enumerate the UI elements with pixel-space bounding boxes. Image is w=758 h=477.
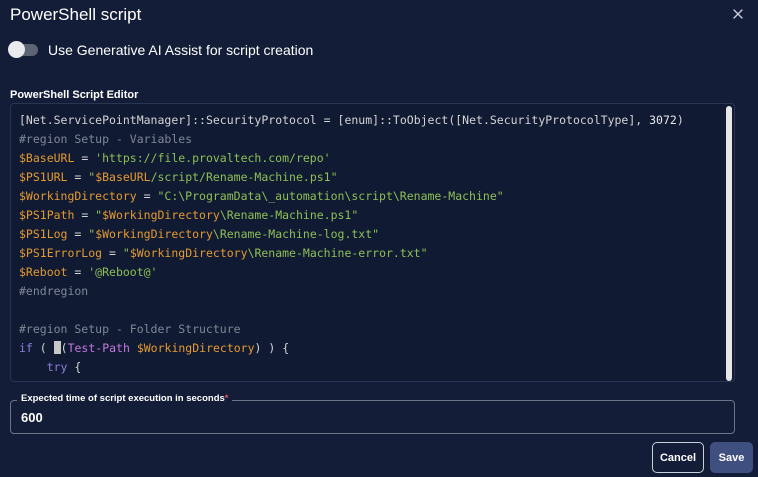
code-line[interactable]: $BaseURL = 'https://file.provaltech.com/… <box>19 149 684 168</box>
code-token: try <box>46 360 68 374</box>
code-token: $WorkingDirectory <box>102 208 220 222</box>
script-editor[interactable]: [Net.ServicePointManager]::SecurityProto… <box>10 103 735 382</box>
close-icon[interactable] <box>730 6 746 22</box>
code-token: $PS1URL <box>19 170 68 184</box>
code-line[interactable]: $PS1URL = "$BaseURL/script/Rename-Machin… <box>19 168 684 187</box>
code-token: #endregion <box>19 284 89 298</box>
code-token: $PS1Log <box>19 227 68 241</box>
expected-time-label: Expected time of script execution in sec… <box>17 393 233 404</box>
code-content[interactable]: [Net.ServicePointManager]::SecurityProto… <box>19 111 684 377</box>
save-button[interactable]: Save <box>710 442 753 473</box>
toggle-knob <box>8 41 25 58</box>
code-token: $BaseURL <box>19 151 75 165</box>
code-token: = <box>74 151 96 165</box>
code-token: $WorkingDirectory <box>136 341 255 355</box>
code-token: ToObject <box>392 113 449 127</box>
code-token: 3072 <box>649 113 677 127</box>
text-cursor <box>53 341 61 354</box>
code-token: [Net.SecurityProtocolType] <box>455 113 636 127</box>
code-token: $PS1ErrorLog <box>19 246 103 260</box>
expected-time-input[interactable] <box>21 410 711 425</box>
code-line[interactable]: try { <box>19 358 684 377</box>
code-token: { <box>67 360 82 374</box>
code-token: = <box>67 227 89 241</box>
dialog-title: PowerShell script <box>10 5 142 24</box>
code-token: ( <box>32 341 54 355</box>
code-line[interactable]: #region Setup - Folder Structure <box>19 320 684 339</box>
code-token: \Rename-Machine-error.txt" <box>247 246 428 260</box>
code-token: ) <box>676 113 684 127</box>
code-line[interactable]: $PS1Path = "$WorkingDirectory\Rename-Mac… <box>19 206 684 225</box>
code-token: [Net.ServicePointManager] <box>19 113 193 127</box>
code-token: SecurityProtocol <box>205 113 317 127</box>
code-line[interactable]: if ( (Test-Path $WorkingDirectory) ) { <box>19 339 684 358</box>
code-line[interactable]: #endregion <box>19 282 684 301</box>
code-token: #region Setup - Folder Structure <box>19 322 241 336</box>
code-token: $WorkingDirectory <box>95 227 213 241</box>
code-token: = <box>67 170 89 184</box>
code-token: = <box>316 113 338 127</box>
code-token: $Reboot <box>19 265 68 279</box>
code-token: , <box>635 113 650 127</box>
code-token: [enum] <box>337 113 380 127</box>
code-line[interactable]: #region Setup - Variables <box>19 130 684 149</box>
code-line[interactable]: $WorkingDirectory = "C:\ProgramData\_aut… <box>19 187 684 206</box>
code-token: ) ) { <box>254 341 290 355</box>
code-token: \Rename-Machine.ps1" <box>219 208 359 222</box>
editor-label: PowerShell Script Editor <box>10 89 139 101</box>
code-token: \Rename-Machine-log.txt" <box>212 227 380 241</box>
code-token: = <box>67 265 89 279</box>
code-line[interactable]: $Reboot = '@Reboot@' <box>19 263 684 282</box>
code-token: Test-Path <box>67 341 130 355</box>
code-token: " <box>122 246 130 260</box>
code-token: = <box>136 189 158 203</box>
code-token: = <box>74 208 96 222</box>
code-token: 'https://file.provaltech.com/repo' <box>95 151 331 165</box>
powershell-script-dialog: PowerShell script Use Generative AI Assi… <box>0 0 758 477</box>
code-token: $BaseURL <box>95 170 151 184</box>
code-token: :: <box>379 113 393 127</box>
code-line[interactable] <box>19 301 684 320</box>
code-token: = <box>102 246 123 260</box>
code-token: $WorkingDirectory <box>129 246 248 260</box>
required-mark: * <box>224 393 229 404</box>
code-token: $PS1Path <box>19 208 75 222</box>
code-token: '@Reboot@' <box>88 265 158 279</box>
expected-time-label-text: Expected time of script execution in sec… <box>21 393 225 404</box>
code-token: /script/Rename-Machine.ps1" <box>150 170 338 184</box>
code-token: $WorkingDirectory <box>19 189 137 203</box>
ai-assist-toggle[interactable] <box>8 41 38 58</box>
ai-assist-label: Use Generative AI Assist for script crea… <box>48 42 314 58</box>
editor-scrollbar[interactable] <box>726 106 732 381</box>
code-token: ( <box>60 341 68 355</box>
code-line[interactable]: [Net.ServicePointManager]::SecurityProto… <box>19 111 684 130</box>
code-token: #region Setup - Variables <box>19 132 193 146</box>
ai-assist-row: Use Generative AI Assist for script crea… <box>8 41 314 58</box>
code-line[interactable]: $PS1ErrorLog = "$WorkingDirectory\Rename… <box>19 244 684 263</box>
code-token: if <box>19 341 33 355</box>
code-token: "C:\ProgramData\_automation\script\Renam… <box>157 189 504 203</box>
cancel-button[interactable]: Cancel <box>652 442 704 473</box>
code-line[interactable]: $PS1Log = "$WorkingDirectory\Rename-Mach… <box>19 225 684 244</box>
code-token: :: <box>192 113 206 127</box>
expected-time-field[interactable]: Expected time of script execution in sec… <box>10 393 735 434</box>
